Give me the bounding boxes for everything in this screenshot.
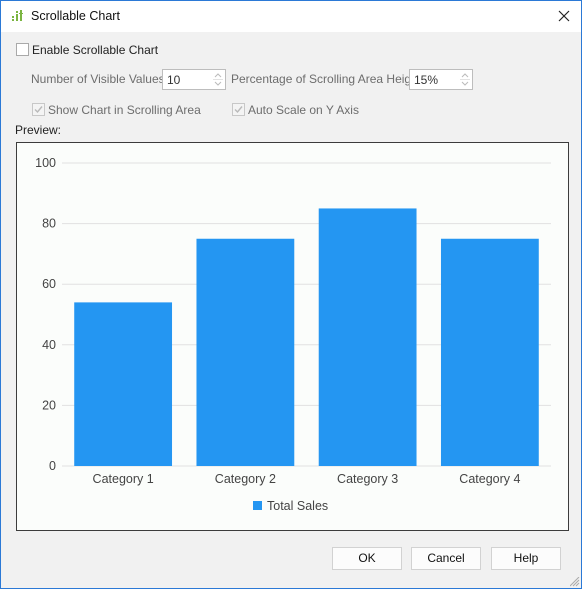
preview-label: Preview:: [15, 123, 62, 137]
x-tick-label: Category 1: [93, 472, 154, 486]
y-tick-label: 20: [42, 398, 56, 412]
y-tick-label: 100: [35, 156, 56, 170]
x-tick-label: Category 4: [459, 472, 520, 486]
enable-scrollable-checkbox[interactable]: [16, 43, 29, 56]
bar: [196, 238, 295, 466]
bar: [74, 302, 173, 466]
y-tick-label: 60: [42, 277, 56, 291]
y-tick-label: 80: [42, 217, 56, 231]
chart-preview: 0 20 40 60 80 100 Category 1 Category 2 Category…: [16, 142, 569, 531]
close-button[interactable]: [553, 5, 575, 27]
y-tick-label: 40: [42, 338, 56, 352]
resize-grip-icon[interactable]: [570, 577, 580, 587]
y-tick-label: 0: [49, 459, 56, 473]
scroll-area-height-spinner[interactable]: 15%: [409, 69, 473, 90]
scroll-area-height-value: 15%: [414, 73, 439, 87]
bar: [318, 208, 417, 466]
enable-scrollable-label: Enable Scrollable Chart: [32, 43, 159, 57]
x-tick-label: Category 2: [215, 472, 276, 486]
bar-chart: 0 20 40 60 80 100 Category 1 Category 2 Category…: [35, 156, 551, 513]
window-title: Scrollable Chart: [31, 9, 120, 23]
ok-button[interactable]: OK: [332, 547, 402, 570]
title-bar: Scrollable Chart: [1, 1, 581, 32]
checkmark-icon: [234, 106, 243, 114]
bar: [440, 238, 539, 466]
show-chart-in-scroll-label: Show Chart in Scrolling Area: [48, 103, 201, 117]
spinner-arrows-icon[interactable]: [213, 72, 223, 87]
visible-values-value: 10: [167, 73, 181, 87]
show-chart-in-scroll-checkbox[interactable]: [32, 103, 45, 116]
cancel-button[interactable]: Cancel: [411, 547, 481, 570]
checkmark-icon: [34, 106, 43, 114]
x-tick-label: Category 3: [337, 472, 398, 486]
legend-swatch: [253, 501, 262, 510]
legend-label: Total Sales: [267, 499, 328, 513]
scrollable-chart-dialog: Scrollable Chart Enable Scrollable Chart…: [0, 0, 582, 589]
auto-scale-y-checkbox[interactable]: [232, 103, 245, 116]
visible-values-label: Number of Visible Values:: [31, 72, 168, 86]
close-icon: [558, 10, 570, 22]
spinner-arrows-icon[interactable]: [460, 72, 470, 87]
help-button[interactable]: Help: [491, 547, 561, 570]
bar-chart-icon: [12, 10, 23, 21]
auto-scale-y-label: Auto Scale on Y Axis: [248, 103, 359, 117]
visible-values-spinner[interactable]: 10: [162, 69, 226, 90]
scroll-area-height-label: Percentage of Scrolling Area Height:: [231, 72, 425, 86]
